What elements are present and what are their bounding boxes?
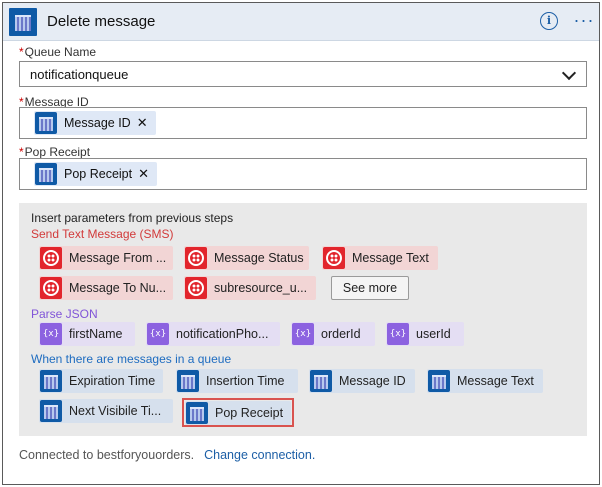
message-id-field[interactable]: Message ID ✕	[19, 107, 587, 139]
chip-message-id[interactable]: Message ID	[309, 369, 415, 393]
connected-text: Connected to bestforyouorders.	[19, 448, 195, 462]
chip-message-to-number[interactable]: Message To Nu...	[39, 276, 173, 300]
pop-receipt-field[interactable]: Pop Receipt ✕	[19, 158, 587, 190]
pop-receipt-label: *Pop Receipt	[19, 145, 91, 159]
queue-name-value: notificationqueue	[30, 67, 129, 82]
chip-subresource-uris[interactable]: subresource_u...	[184, 276, 316, 300]
chip-next-visible-time[interactable]: Next Visibile Ti...	[39, 399, 173, 423]
chip-message-text-queue[interactable]: Message Text	[427, 369, 543, 393]
queue-storage-icon	[35, 163, 57, 185]
queue-storage-icon	[40, 370, 62, 392]
card-header[interactable]: Delete message i ···	[3, 3, 599, 41]
twilio-icon	[323, 247, 345, 269]
connection-footer: Connected to bestforyouorders. Change con…	[19, 448, 315, 462]
queue-storage-icon	[177, 370, 199, 392]
see-more-button[interactable]: See more	[331, 276, 409, 300]
chevron-down-icon[interactable]	[561, 65, 577, 81]
twilio-icon	[185, 277, 207, 299]
braces-icon: {x}	[40, 323, 62, 345]
section-heading-parse-json: Parse JSON	[31, 307, 98, 321]
remove-token-icon[interactable]: ✕	[137, 115, 148, 130]
braces-icon: {x}	[387, 323, 409, 345]
panel-title: Insert parameters from previous steps	[31, 211, 234, 225]
chip-notification-phone[interactable]: {x} notificationPho...	[146, 322, 280, 346]
twilio-icon	[185, 247, 207, 269]
chip-message-status[interactable]: Message Status	[184, 246, 309, 270]
queue-storage-icon	[40, 400, 62, 422]
more-options-icon[interactable]: ···	[573, 7, 595, 35]
chip-message-text[interactable]: Message Text	[322, 246, 438, 270]
change-connection-link[interactable]: Change connection.	[204, 448, 315, 462]
required-asterisk: *	[19, 145, 24, 159]
delete-message-card: Delete message i ··· *Queue Name notific…	[2, 2, 600, 485]
section-heading-sms: Send Text Message (SMS)	[31, 227, 174, 241]
pop-receipt-token[interactable]: Pop Receipt ✕	[34, 162, 158, 186]
info-icon[interactable]: i	[540, 12, 558, 30]
remove-token-icon[interactable]: ✕	[138, 166, 149, 181]
dynamic-content-panel: Insert parameters from previous steps Se…	[19, 203, 587, 436]
card-title: Delete message	[47, 13, 156, 30]
queue-name-label: *Queue Name	[19, 45, 97, 59]
queue-storage-icon	[35, 112, 57, 134]
braces-icon: {x}	[292, 323, 314, 345]
section-heading-queue-trigger: When there are messages in a queue	[31, 352, 232, 366]
chip-firstname[interactable]: {x} firstName	[39, 322, 135, 346]
message-id-token[interactable]: Message ID ✕	[34, 111, 156, 135]
queue-name-dropdown[interactable]: notificationqueue	[19, 61, 587, 87]
queue-storage-icon	[428, 370, 450, 392]
twilio-icon	[40, 247, 62, 269]
chip-message-from[interactable]: Message From ...	[39, 246, 173, 270]
queue-storage-icon	[9, 8, 37, 36]
chip-orderid[interactable]: {x} orderId	[291, 322, 375, 346]
braces-icon: {x}	[147, 323, 169, 345]
queue-storage-icon	[310, 370, 332, 392]
chip-expiration-time[interactable]: Expiration Time	[39, 369, 163, 393]
required-asterisk: *	[19, 45, 24, 59]
chip-userid[interactable]: {x} userId	[386, 322, 464, 346]
selection-highlight	[182, 398, 294, 427]
chip-insertion-time[interactable]: Insertion Time	[176, 369, 298, 393]
twilio-icon	[40, 277, 62, 299]
